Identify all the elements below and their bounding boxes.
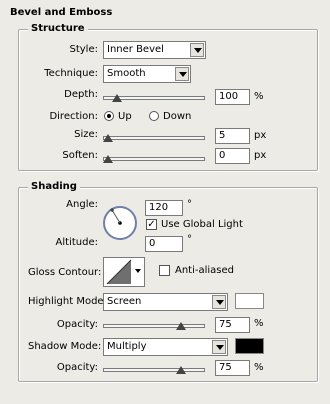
gloss-contour-label: Gloss Contour: xyxy=(28,267,102,278)
contour-preview-icon xyxy=(106,259,132,285)
depth-unit: % xyxy=(254,91,264,102)
highlight-opacity-label: Opacity: xyxy=(56,319,98,330)
shadow-mode-select[interactable]: Multiply xyxy=(103,338,228,356)
direction-up-label: Up xyxy=(118,111,132,122)
highlight-opacity-slider[interactable] xyxy=(103,324,205,328)
soften-input[interactable]: 0 xyxy=(215,148,250,164)
shadow-opacity-slider-thumb[interactable] xyxy=(176,366,186,374)
depth-label: Depth: xyxy=(64,89,98,100)
direction-down-radio[interactable] xyxy=(149,111,159,121)
soften-slider[interactable] xyxy=(103,157,205,161)
angle-unit: ° xyxy=(187,199,192,210)
soften-unit: px xyxy=(254,150,267,161)
size-label: Size: xyxy=(74,129,98,140)
chevron-down-icon xyxy=(135,269,141,273)
altitude-label: Altitude: xyxy=(55,237,98,248)
size-unit: px xyxy=(254,130,267,141)
altitude-input[interactable]: 0 xyxy=(145,236,183,252)
size-slider-thumb[interactable] xyxy=(103,134,113,142)
shading-legend: Shading xyxy=(28,181,80,192)
shadow-opacity-unit: % xyxy=(254,362,264,373)
style-label: Style: xyxy=(69,44,99,55)
direction-up-radio[interactable] xyxy=(104,111,114,121)
panel-title: Bevel and Emboss xyxy=(10,7,113,18)
technique-value: Smooth xyxy=(107,68,146,79)
shadow-opacity-slider[interactable] xyxy=(103,368,205,372)
style-value: Inner Bevel xyxy=(107,44,164,55)
shadow-opacity-label: Opacity: xyxy=(56,362,98,373)
depth-slider-thumb[interactable] xyxy=(112,94,122,102)
technique-select[interactable]: Smooth xyxy=(103,65,191,83)
use-global-light-checkbox[interactable]: ✓ xyxy=(146,219,157,230)
anti-aliased-checkbox[interactable] xyxy=(159,265,170,276)
highlight-opacity-unit: % xyxy=(254,318,264,329)
structure-legend: Structure xyxy=(28,23,88,34)
depth-input[interactable]: 100 xyxy=(215,89,250,105)
chevron-down-icon xyxy=(190,43,204,57)
size-input[interactable]: 5 xyxy=(215,128,250,144)
shadow-color-swatch[interactable] xyxy=(235,338,264,354)
style-select[interactable]: Inner Bevel xyxy=(103,41,206,59)
highlight-opacity-input[interactable]: 75 xyxy=(215,317,250,333)
chevron-down-icon xyxy=(212,295,226,309)
highlight-color-swatch[interactable] xyxy=(235,293,264,309)
highlight-mode-value: Screen xyxy=(107,296,142,307)
angle-dial[interactable] xyxy=(102,205,138,241)
shadow-mode-label: Shadow Mode: xyxy=(28,341,102,352)
anti-aliased-label: Anti-aliased xyxy=(175,265,235,276)
direction-label: Direction: xyxy=(49,111,98,122)
technique-label: Technique: xyxy=(44,68,98,79)
altitude-unit: ° xyxy=(187,234,192,245)
direction-down-label: Down xyxy=(163,111,192,122)
highlight-mode-select[interactable]: Screen xyxy=(103,293,228,311)
shadow-opacity-input[interactable]: 75 xyxy=(215,360,250,376)
size-slider[interactable] xyxy=(103,136,205,140)
highlight-opacity-slider-thumb[interactable] xyxy=(176,322,186,330)
gloss-contour-picker[interactable] xyxy=(103,257,145,287)
soften-label: Soften: xyxy=(62,150,98,161)
chevron-down-icon xyxy=(212,340,226,354)
highlight-mode-label: Highlight Mode: xyxy=(28,296,107,307)
soften-slider-thumb[interactable] xyxy=(103,155,113,163)
chevron-down-icon xyxy=(175,67,189,81)
angle-label: Angle: xyxy=(66,199,98,210)
shadow-mode-value: Multiply xyxy=(107,341,147,352)
angle-input[interactable]: 120 xyxy=(145,200,183,216)
use-global-light-label: Use Global Light xyxy=(161,219,243,230)
